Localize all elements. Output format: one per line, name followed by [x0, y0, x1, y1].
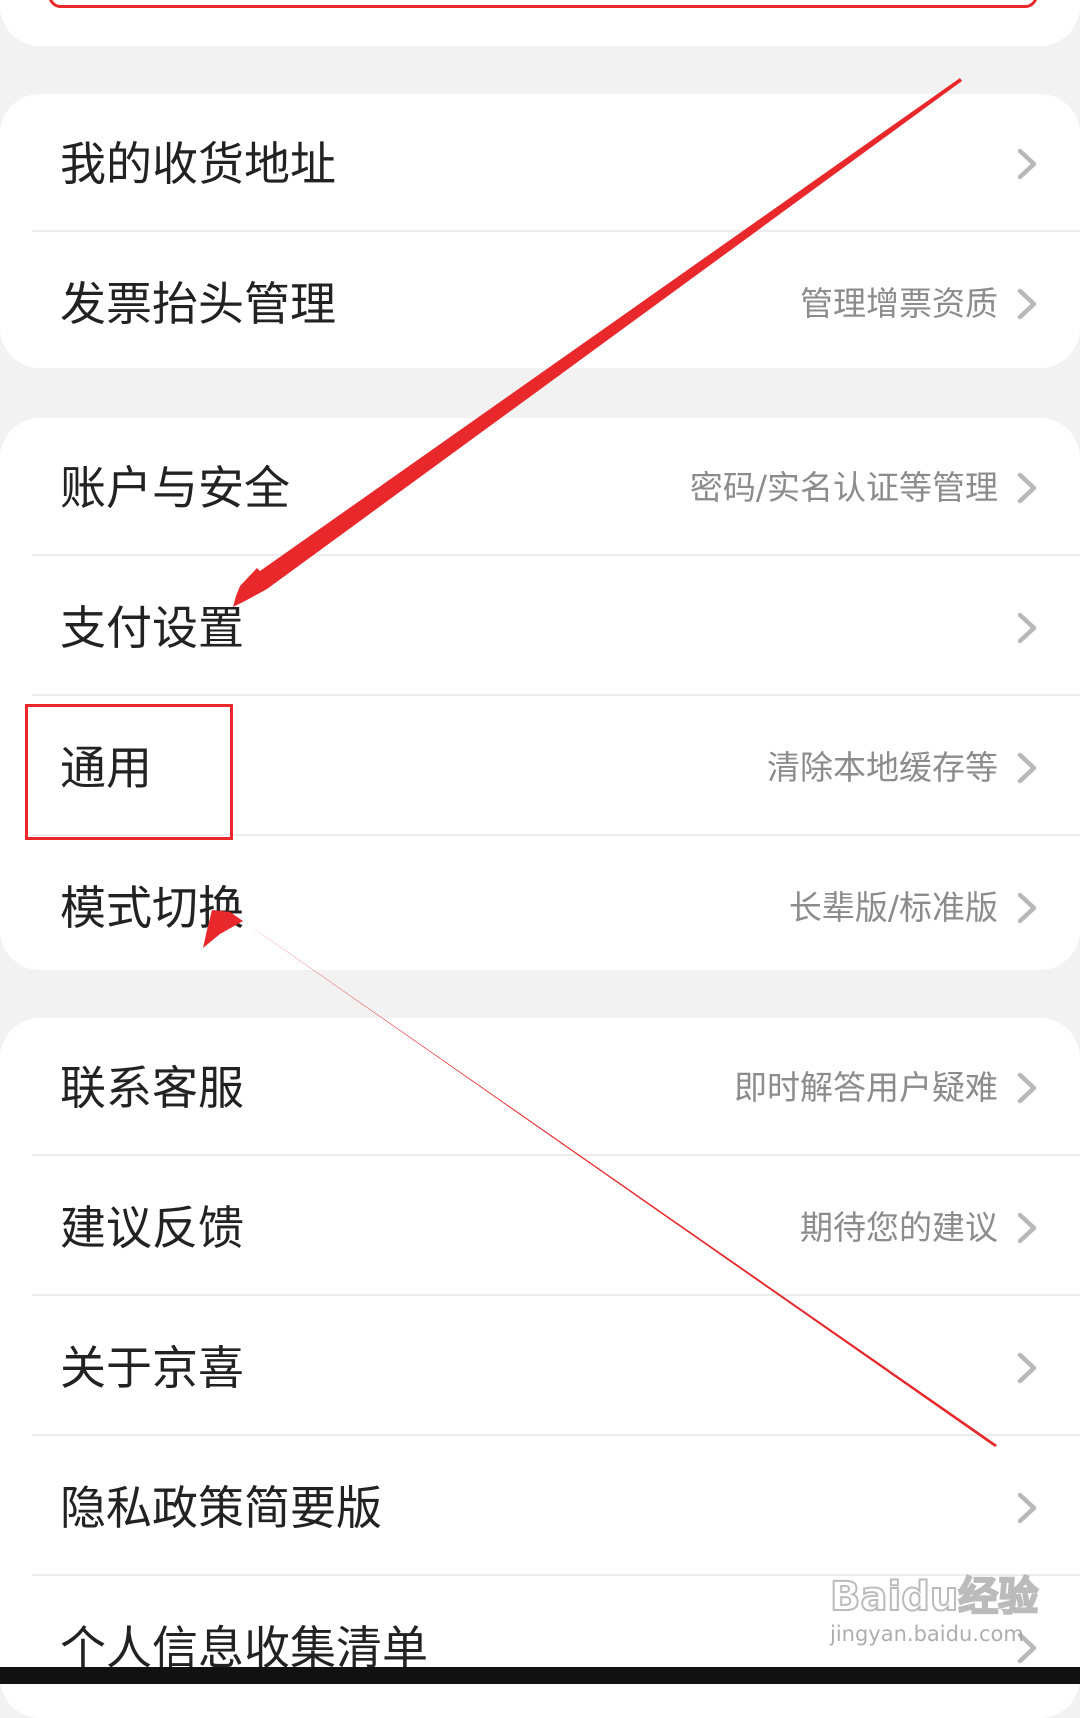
highlight-box: [25, 704, 233, 840]
row-feedback[interactable]: 建议反馈 期待您的建议: [0, 1158, 1080, 1298]
row-label: 账户与安全: [60, 461, 290, 515]
row-desc: 期待您的建议: [800, 1208, 998, 1247]
row-mode-switch[interactable]: 模式切换 长辈版/标准版: [0, 838, 1080, 970]
chevron-right-icon: [1017, 1072, 1037, 1104]
row-label: 隐私政策简要版: [60, 1481, 382, 1535]
divider: [32, 554, 1080, 556]
row-account-security[interactable]: 账户与安全 密码/实名认证等管理: [0, 418, 1080, 558]
logout-button-edge[interactable]: [48, 0, 1038, 8]
bottom-edge-bar: [0, 1667, 1080, 1684]
watermark-brand: Baidu经验: [829, 1573, 1039, 1621]
chevron-right-icon: [1017, 148, 1037, 180]
chevron-right-icon: [1017, 892, 1037, 924]
divider: [32, 1294, 1080, 1296]
row-desc: 管理增票资质: [800, 284, 998, 323]
row-label: 支付设置: [60, 601, 244, 655]
row-about[interactable]: 关于京喜: [0, 1298, 1080, 1438]
divider: [32, 1434, 1080, 1436]
row-label: 联系客服: [60, 1061, 244, 1115]
chevron-right-icon: [1017, 1212, 1037, 1244]
chevron-right-icon: [1017, 472, 1037, 504]
row-desc: 清除本地缓存等: [767, 748, 998, 787]
row-desc: 长辈版/标准版: [788, 888, 998, 927]
row-label: 个人信息收集清单: [60, 1621, 428, 1675]
row-label: 建议反馈: [60, 1201, 244, 1255]
row-privacy-policy[interactable]: 隐私政策简要版: [0, 1438, 1080, 1578]
row-desc: 密码/实名认证等管理: [689, 468, 998, 507]
row-desc: 即时解答用户疑难: [734, 1068, 998, 1107]
chevron-right-icon: [1017, 612, 1037, 644]
chevron-right-icon: [1017, 1492, 1037, 1524]
row-label: 我的收货地址: [60, 137, 336, 191]
baidu-jingyan-watermark: Baidu经验 jingyan.baidu.com: [818, 1564, 1039, 1664]
settings-card-address: 我的收货地址 发票抬头管理 管理增票资质: [0, 94, 1080, 368]
row-label: 模式切换: [60, 881, 244, 935]
row-invoice-header[interactable]: 发票抬头管理 管理增票资质: [0, 234, 1080, 368]
row-label: 发票抬头管理: [60, 277, 336, 331]
divider: [32, 694, 1080, 696]
divider: [32, 1154, 1080, 1156]
row-label: 关于京喜: [60, 1341, 244, 1395]
chevron-right-icon: [1017, 288, 1037, 320]
row-customer-service[interactable]: 联系客服 即时解答用户疑难: [0, 1018, 1080, 1158]
row-shipping-address[interactable]: 我的收货地址: [0, 94, 1080, 234]
settings-card-account: 账户与安全 密码/实名认证等管理 支付设置 通用 清除本地缓存等 模式切换 长辈…: [0, 418, 1080, 970]
top-card-remnant: [0, 0, 1080, 46]
chevron-right-icon: [1017, 752, 1037, 784]
chevron-right-icon: [1017, 1352, 1037, 1384]
divider: [32, 230, 1080, 232]
row-payment-settings[interactable]: 支付设置: [0, 558, 1080, 698]
watermark-url: jingyan.baidu.com: [830, 1622, 1024, 1646]
